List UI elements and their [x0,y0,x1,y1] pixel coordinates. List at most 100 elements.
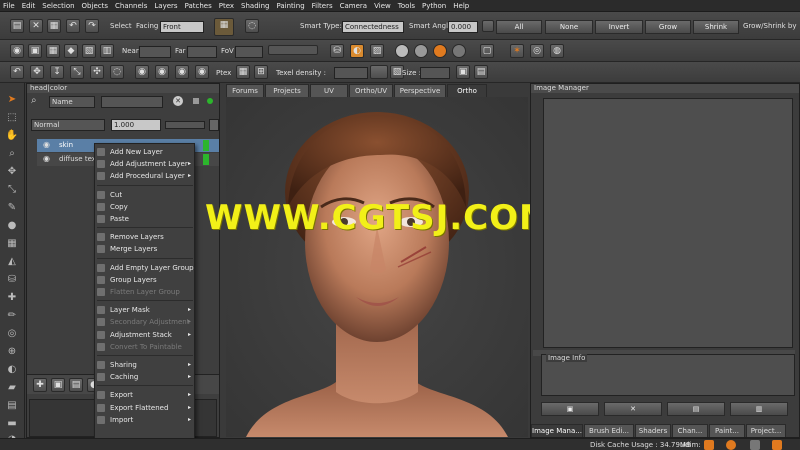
scale-icon[interactable]: ⤡ [70,65,84,79]
facing-select[interactable]: Front [160,21,204,33]
pin-tool-icon[interactable]: ✚ [5,291,19,305]
filter-toggle-icon[interactable] [193,98,199,104]
image-icon[interactable]: ▧ [82,44,96,58]
eyedropper-tool-icon[interactable]: ✎ [5,201,19,215]
slice-tool-icon[interactable]: ▤ [5,399,19,413]
sphere-dark-icon[interactable] [452,44,466,58]
menu-filters[interactable]: Filters [312,2,333,10]
pointer-tool-icon[interactable]: ➤ [5,93,19,107]
menu-channels[interactable]: Channels [115,2,147,10]
blur-tool-icon[interactable]: ◐ [5,363,19,377]
paint-bucket-icon[interactable]: ⛁ [330,44,344,58]
size-input[interactable] [420,67,450,79]
sphere-color-icon[interactable] [433,44,447,58]
redo-icon[interactable]: ↷ [85,19,99,33]
image-preview-area[interactable] [543,98,793,348]
select-all-button[interactable]: All [496,20,542,34]
smudge-tool-icon[interactable]: ◎ [5,327,19,341]
light-settings-icon[interactable]: ◍ [550,44,564,58]
menu-patches[interactable]: Patches [185,2,212,10]
eye-visibility-icon[interactable]: ◉ [135,65,149,79]
menu-view[interactable]: View [374,2,391,10]
menu-item-import[interactable]: Import ▸ [95,414,195,426]
menu-objects[interactable]: Objects [82,2,108,10]
grid-tool-icon[interactable]: ▦ [5,237,19,251]
menu-item-merge-layers[interactable]: Merge Layers [95,243,195,255]
menu-ptex[interactable]: Ptex [219,2,234,10]
add-layer-icon[interactable]: ✚ [33,378,47,392]
gpu-status-icon[interactable] [750,440,760,450]
select-none-button[interactable]: None [545,20,593,34]
image-manager-tab-3[interactable]: Chan... [672,424,708,437]
projection-icon[interactable]: ◐ [350,44,364,58]
ptex-resolution-icon[interactable]: ⊞ [254,65,268,79]
select-region-icon[interactable]: ◌ [110,65,124,79]
shrink-selection-button[interactable]: Shrink [693,20,739,34]
menu-help[interactable]: Help [453,2,469,10]
group-layer-icon[interactable]: ▤ [69,378,83,392]
menu-item-sharing[interactable]: Sharing ▸ [95,359,195,371]
selection-tool-icon[interactable]: ⬚ [5,111,19,125]
move-icon[interactable]: ✥ [30,65,44,79]
menu-item-add-empty-layer-group[interactable]: Add Empty Layer Group [95,262,195,274]
tab-projects[interactable]: Projects [265,84,309,97]
cube-icon[interactable]: ◆ [64,44,78,58]
menu-item-copy[interactable]: Copy [95,201,195,213]
eye-icon[interactable]: ◉ [43,140,50,149]
fov-input[interactable] [235,46,263,58]
export-image-button[interactable]: ▥ [730,402,788,416]
tab-ortho-uv[interactable]: Ortho/UV [349,84,393,97]
clear-search-icon[interactable]: ✕ [173,96,183,106]
sphere-matte-icon[interactable] [414,44,428,58]
tab-forums[interactable]: Forums [226,84,264,97]
delete-image-button[interactable]: ✕ [604,402,662,416]
menu-layers[interactable]: Layers [154,2,177,10]
flat-shading-icon[interactable]: ▨ [370,44,384,58]
marquee-select-icon[interactable]: ▦ [214,18,234,36]
menu-selection[interactable]: Selection [42,2,74,10]
menu-item-remove-layers[interactable]: Remove Layers [95,231,195,243]
transform-tool-icon[interactable]: ⤡ [5,183,19,197]
menu-item-paste[interactable]: Paste [95,213,195,225]
menu-painting[interactable]: Painting [276,2,304,10]
far-input[interactable] [187,46,217,58]
menu-item-export[interactable]: Export ▸ [95,389,195,401]
opacity-reset-button[interactable] [209,119,219,131]
eye-icon[interactable]: ◉ [43,154,50,163]
menu-item-add-procedural-layer[interactable]: Add Procedural Layer ▸ [95,170,195,182]
texel-density-input[interactable] [334,67,368,79]
menu-item-add-adjustment-layer[interactable]: Add Adjustment Layer ▸ [95,158,195,170]
bucket-tool-icon[interactable]: ⛁ [5,273,19,287]
screenshot-icon[interactable]: ▣ [28,44,42,58]
undo-icon[interactable]: ↶ [66,19,80,33]
lasso-select-icon[interactable]: ◌ [245,19,259,33]
udim-toggle-icon[interactable] [704,440,714,450]
image-manager-tab-2[interactable]: Shaders [635,424,671,437]
brush-tool-icon[interactable]: ✏ [5,309,19,323]
invert-selection-button[interactable]: Invert [595,20,643,34]
rotate-icon[interactable]: ✣ [90,65,104,79]
tab-ortho[interactable]: Ortho [447,84,487,97]
fill-tool-icon[interactable]: ◭ [5,255,19,269]
gradient-tool-icon[interactable]: ▬ [5,417,19,431]
new-file-icon[interactable]: ▤ [10,19,24,33]
menu-shading[interactable]: Shading [241,2,269,10]
filter-mode-select[interactable]: Name [49,96,95,108]
menu-camera[interactable]: Camera [340,2,367,10]
menu-item-adjustment-stack[interactable]: Adjustment Stack ▸ [95,329,195,341]
undo-arrow-icon[interactable]: ↶ [10,65,24,79]
image-manager-tab-4[interactable]: Paint... [709,424,745,437]
near-input[interactable] [139,46,171,58]
menu-edit[interactable]: Edit [22,2,36,10]
duplicate-layer-icon[interactable]: ▣ [51,378,65,392]
transform-icon[interactable]: ↧ [50,65,64,79]
image-manager-tab-0[interactable]: Image Mana... [531,424,583,437]
save-file-icon[interactable]: ▦ [47,19,61,33]
opacity-input[interactable]: 1.000 [111,119,161,131]
grow-selection-button[interactable]: Grow [645,20,691,34]
menu-item-group-layers[interactable]: Group Layers [95,274,195,286]
opacity-slider[interactable] [165,121,205,129]
eye-hide-icon[interactable]: ◉ [155,65,169,79]
toggle-icon[interactable]: ▢ [480,44,494,58]
eye-isolate-icon[interactable]: ◉ [175,65,189,79]
